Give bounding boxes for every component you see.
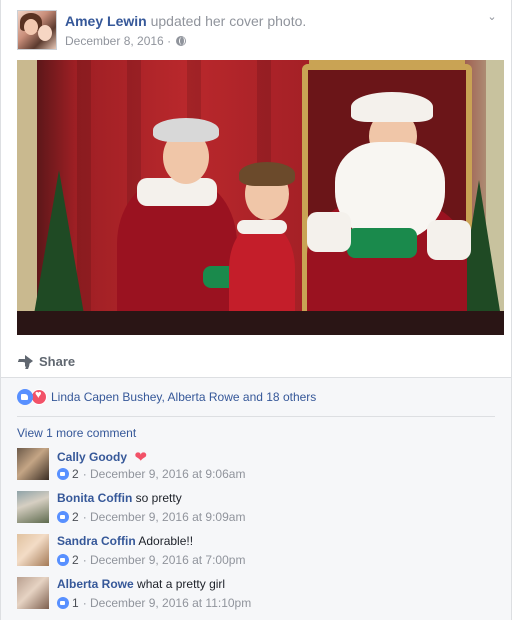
commenter-avatar[interactable] bbox=[17, 534, 49, 566]
divider bbox=[17, 416, 495, 417]
author-name[interactable]: Amey Lewin bbox=[65, 13, 147, 29]
commenter-name[interactable]: Bonita Coffin bbox=[57, 491, 132, 505]
like-reaction-icon bbox=[57, 554, 69, 566]
comment-item: Sandra Coffin Adorable!! 2 · December 9,… bbox=[17, 534, 495, 572]
like-reaction-icon bbox=[57, 597, 69, 609]
comment-like-count[interactable]: 1 bbox=[72, 596, 79, 610]
commenter-name[interactable]: Cally Goody bbox=[57, 450, 127, 464]
share-label: Share bbox=[39, 353, 76, 369]
view-more-comments-link[interactable]: View 1 more comment bbox=[17, 426, 136, 440]
meta-separator: · bbox=[167, 34, 172, 48]
reactors-text[interactable]: Linda Capen Bushey, Alberta Rowe and 18 … bbox=[51, 390, 316, 404]
comment-timestamp[interactable]: · December 9, 2016 at 9:09am bbox=[83, 510, 246, 524]
globe-icon[interactable] bbox=[176, 36, 187, 46]
commenter-avatar[interactable] bbox=[17, 448, 49, 480]
comment-timestamp[interactable]: · December 9, 2016 at 11:10pm bbox=[83, 596, 252, 610]
comment-like-count[interactable]: 2 bbox=[72, 510, 79, 524]
commenter-name[interactable]: Sandra Coffin bbox=[57, 534, 136, 548]
post-meta: December 8, 2016 · bbox=[65, 34, 187, 48]
comment-text: so pretty bbox=[135, 491, 182, 505]
love-reaction-icon bbox=[31, 389, 47, 405]
like-reaction-icon bbox=[57, 468, 69, 480]
post-action-text: updated her cover photo. bbox=[150, 13, 307, 29]
comment-like-count[interactable]: 2 bbox=[72, 467, 79, 481]
share-arrow-icon bbox=[17, 355, 33, 367]
commenter-name[interactable]: Alberta Rowe bbox=[57, 577, 134, 591]
author-avatar[interactable] bbox=[17, 10, 57, 50]
post-title-line: Amey Lewin updated her cover photo. bbox=[65, 13, 306, 29]
cover-photo[interactable] bbox=[17, 60, 504, 335]
like-reaction-icon bbox=[17, 389, 33, 405]
comment-timestamp[interactable]: · December 9, 2016 at 9:06am bbox=[83, 467, 246, 481]
post-date[interactable]: December 8, 2016 bbox=[65, 34, 164, 48]
comment-item: Bonita Coffin so pretty 2 · December 9, … bbox=[17, 491, 495, 529]
comment-timestamp[interactable]: · December 9, 2016 at 7:00pm bbox=[83, 553, 246, 567]
commenter-avatar[interactable] bbox=[17, 491, 49, 523]
post-header: Amey Lewin updated her cover photo. Dece… bbox=[17, 10, 497, 54]
heart-emoji-icon: ❤ bbox=[134, 449, 147, 466]
post-card: Amey Lewin updated her cover photo. Dece… bbox=[0, 0, 512, 620]
comment-meta: 2 · December 9, 2016 at 7:00pm bbox=[57, 553, 245, 567]
share-button[interactable]: Share bbox=[17, 346, 75, 376]
comment-item: Alberta Rowe what a pretty girl 1 · Dece… bbox=[17, 577, 495, 615]
comment-text: what a pretty girl bbox=[137, 577, 226, 591]
comment-meta: 2 · December 9, 2016 at 9:09am bbox=[57, 510, 245, 524]
chevron-down-icon[interactable]: ⌄ bbox=[485, 10, 499, 24]
comment-meta: 1 · December 9, 2016 at 11:10pm bbox=[57, 596, 251, 610]
comment-text: Adorable!! bbox=[138, 534, 194, 548]
commenter-avatar[interactable] bbox=[17, 577, 49, 609]
comment-meta: 2 · December 9, 2016 at 9:06am bbox=[57, 467, 245, 481]
comment-item: Cally Goody ❤ 2 · December 9, 2016 at 9:… bbox=[17, 448, 495, 486]
comment-like-count[interactable]: 2 bbox=[72, 553, 79, 567]
reactions-summary[interactable]: Linda Capen Bushey, Alberta Rowe and 18 … bbox=[17, 388, 316, 406]
like-reaction-icon bbox=[57, 511, 69, 523]
